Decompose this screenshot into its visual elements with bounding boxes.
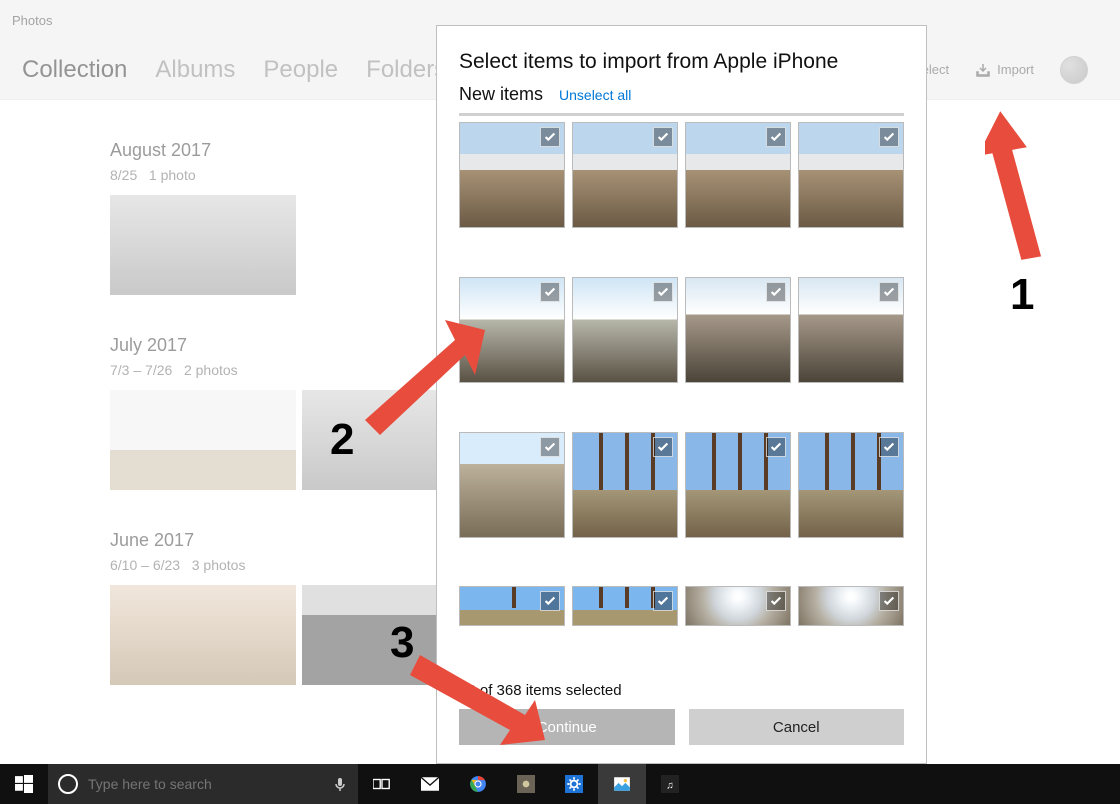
import-thumbnail[interactable] bbox=[685, 277, 791, 383]
import-thumbnail[interactable] bbox=[459, 432, 565, 538]
checkmark-icon bbox=[879, 437, 899, 457]
import-thumbnail[interactable] bbox=[685, 432, 791, 538]
checkmark-icon bbox=[653, 437, 673, 457]
taskbar-mail[interactable] bbox=[406, 764, 454, 804]
unselect-all-link[interactable]: Unselect all bbox=[559, 87, 631, 103]
checkmark-icon bbox=[653, 282, 673, 302]
windows-icon bbox=[15, 775, 33, 793]
tab-albums[interactable]: Albums bbox=[155, 56, 235, 84]
app-name: Photos bbox=[12, 13, 52, 28]
import-dialog: Select items to import from Apple iPhone… bbox=[436, 25, 927, 764]
import-thumbnail[interactable] bbox=[572, 277, 678, 383]
user-avatar[interactable] bbox=[1060, 56, 1088, 84]
photo-thumbnail[interactable] bbox=[110, 195, 296, 295]
chrome-icon bbox=[469, 775, 487, 793]
checkmark-icon bbox=[766, 282, 786, 302]
cortana-icon bbox=[58, 774, 78, 794]
photo-thumbnail[interactable] bbox=[110, 390, 296, 490]
taskbar-photos[interactable] bbox=[598, 764, 646, 804]
import-thumbnail[interactable] bbox=[798, 432, 904, 538]
taskbar-app-3[interactable]: ♫ bbox=[646, 764, 694, 804]
task-view-icon bbox=[373, 775, 391, 793]
import-thumbnail[interactable] bbox=[572, 432, 678, 538]
import-thumbnail[interactable] bbox=[685, 122, 791, 228]
cancel-button[interactable]: Cancel bbox=[689, 709, 905, 745]
dialog-title: Select items to import from Apple iPhone bbox=[459, 50, 904, 74]
checkmark-icon bbox=[879, 282, 899, 302]
import-thumbnail[interactable] bbox=[459, 122, 565, 228]
mail-icon bbox=[421, 775, 439, 793]
search-box[interactable] bbox=[48, 764, 358, 804]
import-button[interactable]: Import bbox=[975, 62, 1034, 78]
taskbar-app-2[interactable] bbox=[550, 764, 598, 804]
generic-app-icon: ♫ bbox=[661, 775, 679, 793]
generic-app-icon bbox=[517, 775, 535, 793]
photo-thumbnail[interactable] bbox=[110, 585, 296, 685]
checkmark-icon bbox=[653, 591, 673, 611]
checkmark-icon bbox=[540, 282, 560, 302]
checkmark-icon bbox=[540, 591, 560, 611]
svg-text:♫: ♫ bbox=[666, 781, 674, 792]
dialog-subtitle: New items bbox=[459, 84, 543, 105]
import-thumbnail[interactable] bbox=[572, 586, 678, 626]
tab-people[interactable]: People bbox=[263, 56, 338, 84]
import-label: Import bbox=[997, 62, 1034, 77]
import-icon bbox=[975, 62, 991, 78]
taskbar-app-1[interactable] bbox=[502, 764, 550, 804]
checkmark-icon bbox=[766, 591, 786, 611]
checkmark-icon bbox=[879, 127, 899, 147]
gear-app-icon bbox=[565, 775, 583, 793]
start-button[interactable] bbox=[0, 764, 48, 804]
taskbar-chrome[interactable] bbox=[454, 764, 502, 804]
checkmark-icon bbox=[653, 127, 673, 147]
tab-collection[interactable]: Collection bbox=[22, 56, 127, 84]
checkmark-icon bbox=[540, 437, 560, 457]
progress-bar bbox=[459, 113, 904, 116]
import-thumbnail[interactable] bbox=[798, 277, 904, 383]
import-thumbnail[interactable] bbox=[572, 122, 678, 228]
task-view-button[interactable] bbox=[358, 764, 406, 804]
import-thumbnail[interactable] bbox=[459, 277, 565, 383]
tab-folders[interactable]: Folders bbox=[366, 56, 446, 84]
continue-button[interactable]: Continue bbox=[459, 709, 675, 745]
checkmark-icon bbox=[879, 591, 899, 611]
import-thumbnail[interactable] bbox=[798, 122, 904, 228]
checkmark-icon bbox=[766, 437, 786, 457]
mic-icon[interactable] bbox=[332, 776, 348, 792]
import-grid bbox=[459, 122, 904, 668]
import-thumbnail[interactable] bbox=[685, 586, 791, 626]
taskbar: ♫ bbox=[0, 764, 1120, 804]
selection-count: 23 of 368 items selected bbox=[459, 682, 904, 699]
checkmark-icon bbox=[540, 127, 560, 147]
photos-app-icon bbox=[613, 775, 631, 793]
import-thumbnail[interactable] bbox=[798, 586, 904, 626]
search-input[interactable] bbox=[88, 776, 322, 792]
import-thumbnail[interactable] bbox=[459, 586, 565, 626]
checkmark-icon bbox=[766, 127, 786, 147]
